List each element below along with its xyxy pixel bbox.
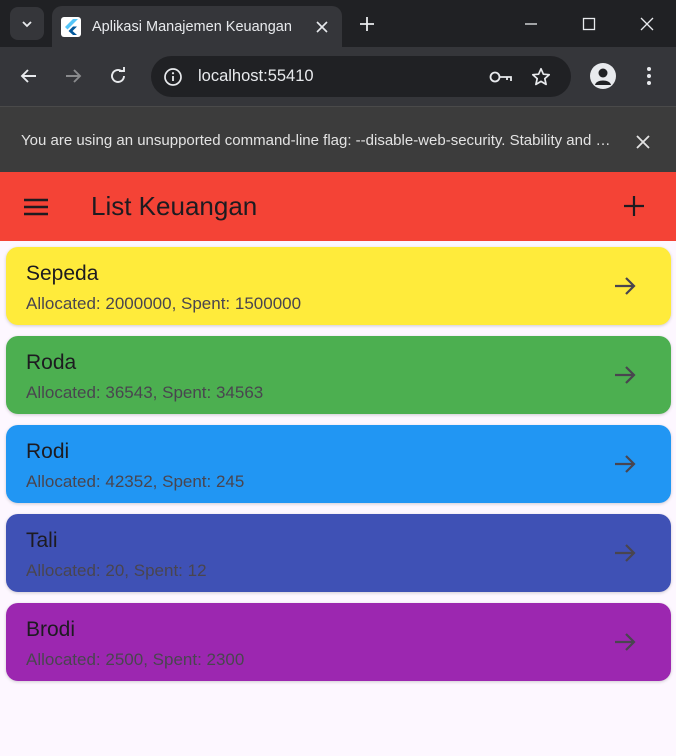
browser-toolbar: localhost:55410 xyxy=(0,47,676,106)
item-name: Sepeda xyxy=(26,262,99,285)
list-item[interactable]: Tali Allocated: 20, Spent: 12 xyxy=(6,514,671,592)
list-item[interactable]: Roda Allocated: 36543, Spent: 34563 xyxy=(6,336,671,414)
tab-search-button[interactable] xyxy=(10,7,44,40)
flutter-icon xyxy=(61,16,81,37)
close-tab-icon[interactable] xyxy=(312,17,332,37)
arrow-forward-icon[interactable] xyxy=(611,273,639,299)
minimize-icon[interactable] xyxy=(508,8,554,40)
address-bar[interactable]: localhost:55410 xyxy=(151,56,571,97)
list-item[interactable]: Brodi Allocated: 2500, Spent: 2300 xyxy=(6,603,671,681)
item-details: Allocated: 20, Spent: 12 xyxy=(26,561,207,580)
menu-icon[interactable] xyxy=(22,194,50,220)
item-name: Roda xyxy=(26,351,77,374)
back-arrow-icon[interactable] xyxy=(16,63,42,89)
item-details: Allocated: 36543, Spent: 34563 xyxy=(26,383,264,402)
password-key-icon[interactable] xyxy=(488,65,514,89)
reload-icon[interactable] xyxy=(105,63,131,89)
item-name: Rodi xyxy=(26,440,70,463)
page-title: List Keuangan xyxy=(91,191,258,221)
item-details: Allocated: 2500, Spent: 2300 xyxy=(26,650,245,669)
arrow-forward-icon[interactable] xyxy=(611,629,639,655)
browser-tab-strip: Aplikasi Manajemen Keuangan xyxy=(0,0,676,47)
tab-title: Aplikasi Manajemen Keuangan xyxy=(92,18,292,35)
more-vert-icon[interactable] xyxy=(636,63,662,89)
bookmark-star-icon[interactable] xyxy=(528,64,554,90)
forward-arrow-icon[interactable] xyxy=(60,63,86,89)
close-infobar-icon[interactable] xyxy=(632,131,654,153)
warning-infobar: You are using an unsupported command-lin… xyxy=(0,106,676,172)
chevron-down-icon xyxy=(22,20,32,27)
item-details: Allocated: 42352, Spent: 245 xyxy=(26,472,245,491)
infobar-message: You are using an unsupported command-lin… xyxy=(21,132,611,149)
finance-list: Sepeda Allocated: 2000000, Spent: 150000… xyxy=(6,247,671,692)
profile-avatar-icon[interactable] xyxy=(590,63,616,89)
arrow-forward-icon[interactable] xyxy=(611,540,639,566)
add-icon[interactable] xyxy=(620,192,648,220)
url-text: localhost:55410 xyxy=(198,67,314,85)
item-name: Tali xyxy=(26,529,58,552)
app-bar: List Keuangan xyxy=(0,172,676,241)
site-info-icon[interactable] xyxy=(161,65,185,89)
item-details: Allocated: 2000000, Spent: 1500000 xyxy=(26,294,302,313)
list-item[interactable]: Sepeda Allocated: 2000000, Spent: 150000… xyxy=(6,247,671,325)
browser-tab[interactable]: Aplikasi Manajemen Keuangan xyxy=(52,6,342,47)
list-item[interactable]: Rodi Allocated: 42352, Spent: 245 xyxy=(6,425,671,503)
arrow-forward-icon[interactable] xyxy=(611,362,639,388)
new-tab-icon[interactable] xyxy=(355,12,379,36)
arrow-forward-icon[interactable] xyxy=(611,451,639,477)
item-name: Brodi xyxy=(26,618,76,641)
close-window-icon[interactable] xyxy=(624,8,670,40)
maximize-icon[interactable] xyxy=(566,8,612,40)
